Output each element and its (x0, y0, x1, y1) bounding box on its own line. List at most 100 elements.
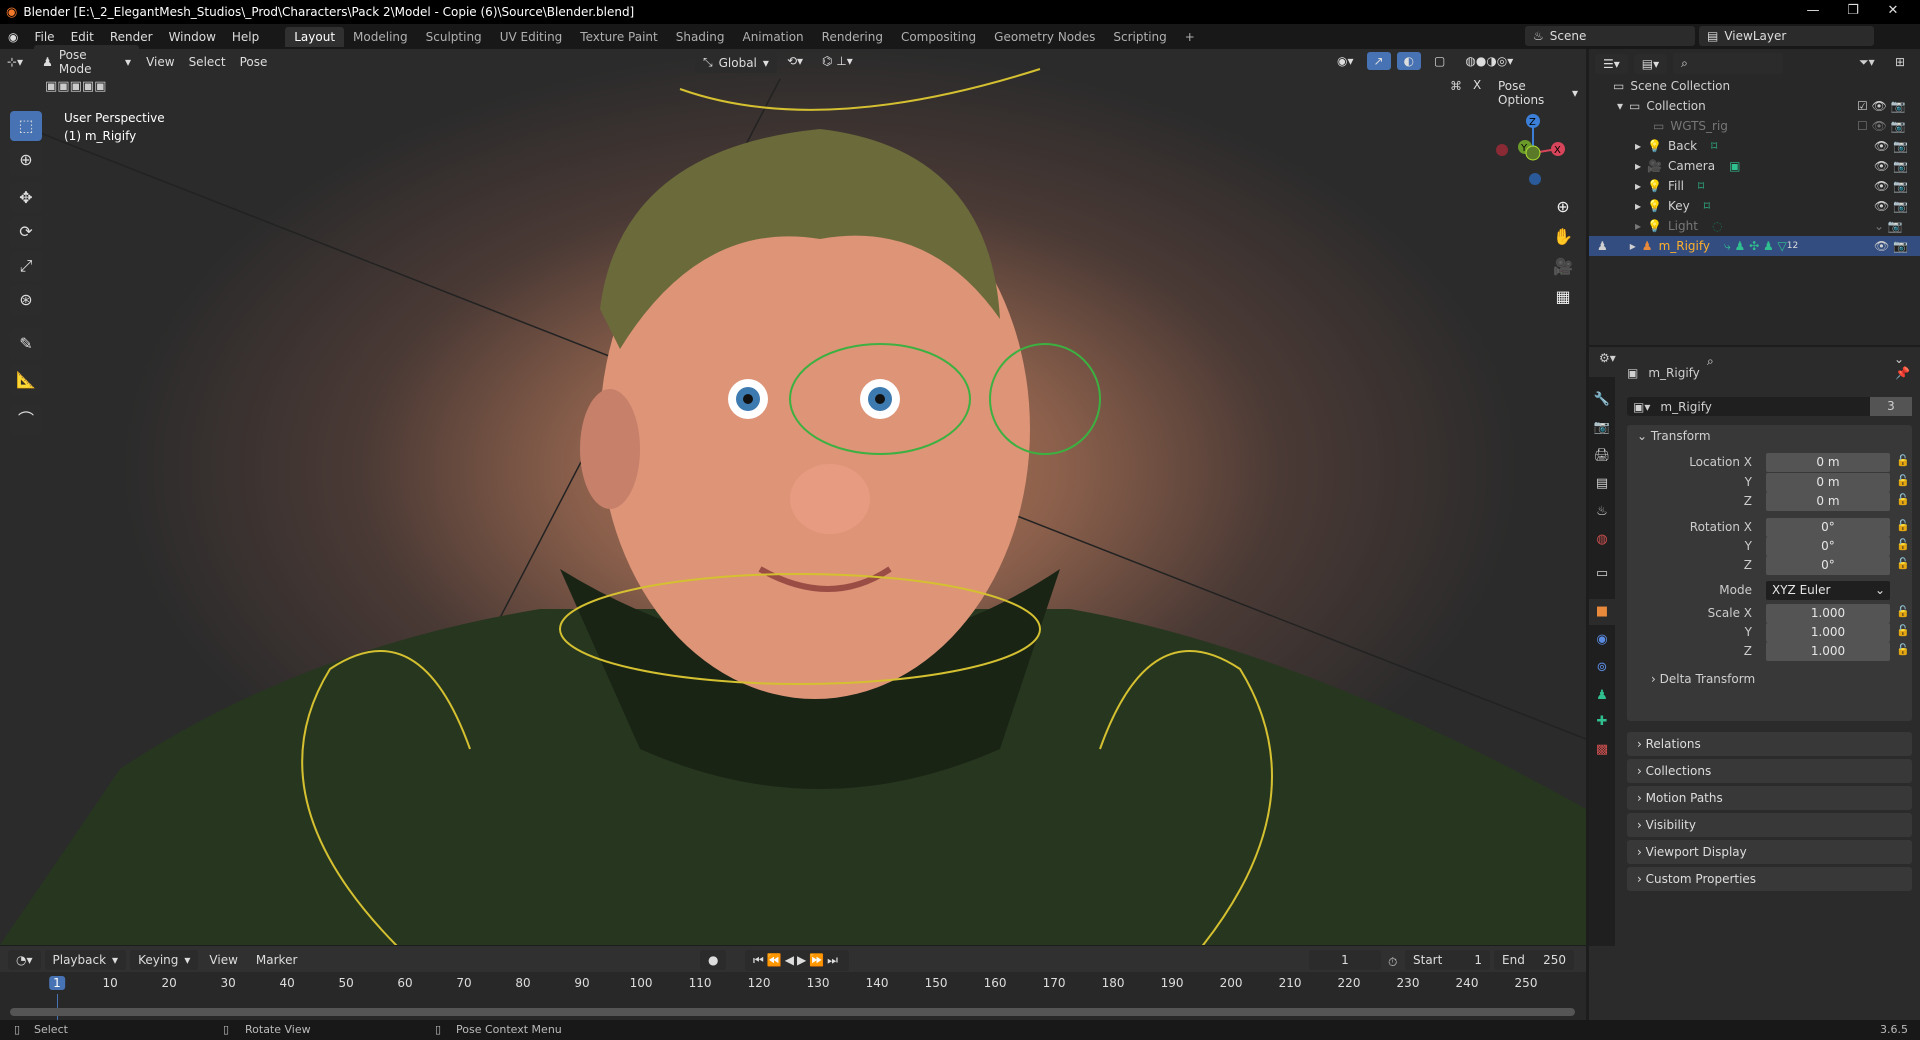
render-tab-icon[interactable]: 📷 (1589, 415, 1615, 441)
collection-tab-icon[interactable]: ▭ (1589, 561, 1615, 587)
relations-panel[interactable]: › Relations (1627, 732, 1912, 756)
rotation-mode-dropdown[interactable]: XYZ Euler ⌄ (1766, 581, 1890, 600)
mirror-icon[interactable]: ⌘ (1450, 79, 1462, 93)
snap-icon[interactable]: ⌬ ⊥▾ (815, 52, 860, 70)
outliner-item-camera[interactable]: ▸ 🎥 Camera ▣ 👁 📷 (1589, 156, 1920, 176)
editor-type-icon[interactable]: ⊹▾ (0, 53, 30, 71)
armature-data-tab-icon[interactable]: ♟ (1589, 683, 1615, 709)
outliner-item-m-rigify[interactable]: ♟ ▸ ♟ m_Rigify ⤷ ♟ ✣ ♟ ▽ 12 👁 📷 (1589, 236, 1920, 256)
visibility-panel[interactable]: › Visibility (1627, 813, 1912, 837)
playhead[interactable] (57, 994, 58, 1020)
camera-view-icon[interactable]: 🎥 (1550, 252, 1576, 282)
location-z-field[interactable]: 0 m (1766, 492, 1890, 511)
move-tool-icon[interactable]: ✥ (10, 183, 42, 213)
record-button[interactable]: ● (700, 950, 727, 970)
location-x-field[interactable]: 0 m (1766, 453, 1890, 472)
menu-select[interactable]: Select (182, 53, 233, 71)
navigation-gizmo[interactable]: Z X Y (1485, 109, 1565, 189)
view-layer-selector[interactable]: ▤ ViewLayer (1699, 26, 1874, 46)
tab-layout[interactable]: Layout (285, 26, 345, 47)
object-browse-icon[interactable]: ▣▾ (1633, 400, 1650, 414)
tab-rendering[interactable]: Rendering (813, 27, 892, 47)
lock-icon[interactable]: 🔓 (1896, 519, 1910, 532)
pose-tool-icon[interactable]: ⌒ (10, 405, 42, 435)
shading-modes-icon[interactable]: ◍●◑◎▾ (1458, 52, 1520, 70)
constraints-tab-icon[interactable]: ⊚ (1589, 655, 1615, 681)
scene-tab-icon[interactable]: ♨ (1589, 499, 1615, 525)
editor-type-icon[interactable]: ◔▾ (8, 950, 41, 970)
outliner-search-input[interactable]: ⌕ (1673, 53, 1784, 74)
tab-uv-editing[interactable]: UV Editing (491, 27, 572, 47)
lock-icon[interactable]: 🔓 (1896, 538, 1910, 551)
outliner-item-key[interactable]: ▸ 💡 Key ⌑ 👁 📷 (1589, 196, 1920, 216)
timer-icon[interactable]: ⏱ (1388, 955, 1397, 970)
ortho-toggle-icon[interactable]: ▦ (1550, 282, 1576, 312)
menu-view[interactable]: View (139, 53, 181, 71)
object-name-field[interactable]: ▣▾ m_Rigify 3 (1627, 397, 1912, 416)
expand-icon[interactable]: ▸ (1635, 179, 1641, 193)
delta-transform-subpanel[interactable]: › Delta Transform (1651, 672, 1755, 686)
collections-panel[interactable]: › Collections (1627, 759, 1912, 783)
display-mode-icon[interactable]: ☰▾ (1595, 53, 1628, 74)
filter-icon[interactable]: ⏷▾ (1859, 55, 1875, 70)
row-controls[interactable]: ☐ 👁 📷 (1857, 119, 1906, 133)
tab-compositing[interactable]: Compositing (892, 27, 985, 47)
menu-view[interactable]: View (202, 951, 244, 969)
select-mode-icons[interactable]: ▣▣▣▣▣ (45, 79, 106, 94)
options-dropdown-icon[interactable]: ⌄ (1894, 352, 1904, 366)
motion-paths-panel[interactable]: › Motion Paths (1627, 786, 1912, 810)
blender-menu-icon[interactable]: ◉ (0, 30, 26, 44)
scene-selector[interactable]: ♨ Scene (1525, 26, 1695, 46)
minimize-button[interactable]: — (1793, 0, 1833, 24)
3d-viewport[interactable]: User Perspective (1) m_Rigify ⬚ ⊕ ✥ ⟳ ⤢ … (0, 49, 1586, 945)
xray-icon[interactable]: ▢ (1427, 52, 1452, 70)
annotate-tool-icon[interactable]: ✎ (10, 329, 42, 359)
object-tab-icon[interactable]: ■ (1589, 599, 1615, 625)
physics-tab-icon[interactable]: ◉ (1589, 627, 1615, 653)
transform-panel-header[interactable]: ⌄ Transform (1637, 429, 1711, 443)
pivot-icon[interactable]: ⟲▾ (780, 52, 810, 70)
pose-options-dropdown[interactable]: Pose Options ▾ (1490, 76, 1586, 110)
menu-marker[interactable]: Marker (249, 951, 304, 969)
new-collection-icon[interactable]: ⊞ (1895, 55, 1905, 69)
expand-icon[interactable]: ▸ (1635, 219, 1641, 233)
x-mirror-toggle[interactable]: X (1468, 76, 1487, 94)
output-tab-icon[interactable]: 🖨 (1589, 443, 1615, 469)
start-frame-field[interactable]: Start 1 (1405, 950, 1490, 970)
scale-y-field[interactable]: 1.000 (1766, 623, 1890, 642)
rotate-tool-icon[interactable]: ⟳ (10, 217, 42, 247)
viewport-display-panel[interactable]: › Viewport Display (1627, 840, 1912, 864)
close-button[interactable]: ✕ (1873, 0, 1913, 24)
tab-animation[interactable]: Animation (733, 27, 812, 47)
gizmo-toggle-icon[interactable]: ↗ (1366, 52, 1391, 70)
tab-shading[interactable]: Shading (667, 27, 734, 47)
tab-modeling[interactable]: Modeling (344, 27, 417, 47)
scale-x-field[interactable]: 1.000 (1766, 604, 1890, 623)
row-controls[interactable]: 👁 📷 (1874, 199, 1908, 213)
lock-icon[interactable]: 🔓 (1896, 643, 1910, 656)
row-controls[interactable]: 👁 📷 (1874, 179, 1908, 193)
outliner-item-light[interactable]: ▸ 💡 Light ◌ ⌄ 📷 (1589, 216, 1920, 236)
rotation-y-field[interactable]: 0° (1766, 537, 1890, 556)
tab-texture-paint[interactable]: Texture Paint (571, 27, 666, 47)
tab-geometry-nodes[interactable]: Geometry Nodes (985, 27, 1104, 47)
mode-dropdown[interactable]: ♟ Pose Mode ▾ (34, 45, 140, 79)
menu-window[interactable]: Window (161, 30, 224, 44)
transform-tool-icon[interactable]: ⊛ (10, 285, 42, 315)
add-workspace-button[interactable]: + (1176, 27, 1204, 47)
menu-render[interactable]: Render (102, 30, 161, 44)
properties-search-input[interactable]: ⌕ (1699, 351, 1809, 372)
scale-tool-icon[interactable]: ⤢ (10, 251, 42, 281)
row-controls[interactable]: ☑ 👁 📷 (1857, 99, 1906, 113)
menu-file[interactable]: File (26, 30, 62, 44)
rotation-z-field[interactable]: 0° (1766, 556, 1890, 575)
timeline-scrollbar[interactable] (10, 1008, 1575, 1016)
cursor-tool-icon[interactable]: ⊕ (10, 145, 42, 175)
tab-sculpting[interactable]: Sculpting (417, 27, 491, 47)
tool-tab-icon[interactable]: 🔧 (1589, 387, 1615, 413)
end-frame-field[interactable]: End 250 (1494, 950, 1574, 970)
zoom-view-icon[interactable]: ⊕ (1550, 192, 1576, 222)
expand-icon[interactable]: ▸ (1635, 159, 1641, 173)
overlay-toggle-icon[interactable]: ◐ (1396, 52, 1422, 70)
measure-tool-icon[interactable]: 📐 (10, 365, 42, 395)
